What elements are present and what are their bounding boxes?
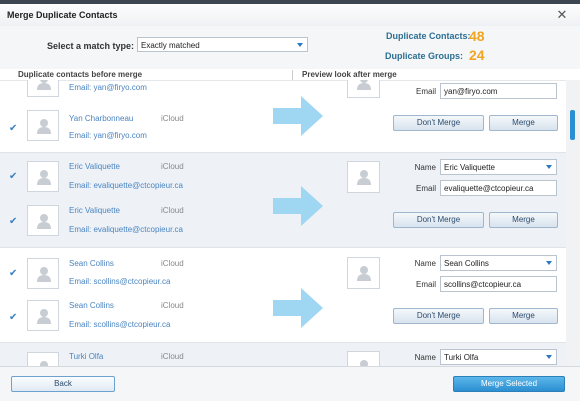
title-bar: Merge Duplicate Contacts ✕	[0, 4, 580, 27]
column-divider	[292, 70, 293, 80]
contact-name: Yan Charbonneau	[69, 114, 134, 123]
preview-avatar	[347, 351, 380, 366]
checkbox-checked-icon[interactable]: ✔	[9, 123, 17, 134]
contact-source: iCloud	[161, 162, 184, 171]
dup-groups-value: 24	[469, 47, 485, 63]
duplicate-group: Email: yan@firyo.com ✔ Yan Charbonneau i…	[0, 80, 566, 144]
chevron-down-icon	[546, 355, 552, 359]
contact-email: Email: yan@firyo.com	[69, 131, 147, 140]
avatar	[27, 110, 59, 141]
dont-merge-button[interactable]: Don't Merge	[393, 308, 484, 324]
match-type-value: Exactly matched	[141, 41, 200, 50]
preview-name-select[interactable]: Eric Valiquette	[440, 159, 557, 175]
footer: Back Merge Selected	[0, 366, 580, 401]
preview-name-value: Eric Valiquette	[444, 163, 495, 172]
preview-avatar	[347, 257, 380, 289]
preview-name-label: Name	[414, 353, 436, 362]
preview-name-value: Turki Olfa	[444, 353, 479, 362]
preview-email-label: Email	[415, 280, 436, 289]
preview-name-label: Name	[414, 163, 436, 172]
preview-email-field[interactable]: yan@firyo.com	[440, 83, 557, 99]
preview-name-select[interactable]: Sean Collins	[440, 255, 557, 271]
preview-email-value: scollins@ctcopieur.ca	[444, 280, 522, 289]
preview-avatar	[347, 80, 380, 98]
contact-source: iCloud	[161, 206, 184, 215]
preview-email-value: evaliquette@ctcopieur.ca	[444, 184, 534, 193]
avatar	[27, 300, 59, 331]
merge-arrow-icon	[273, 288, 323, 328]
duplicate-groups-list: Email: yan@firyo.com ✔ Yan Charbonneau i…	[0, 80, 566, 366]
merge-arrow-icon	[273, 96, 323, 136]
merge-button[interactable]: Merge	[489, 115, 558, 131]
contact-source: iCloud	[161, 259, 184, 268]
merge-button[interactable]: Merge	[489, 308, 558, 324]
preview-name-label: Name	[414, 259, 436, 268]
checkbox-checked-icon[interactable]: ✔	[9, 312, 17, 323]
duplicate-group: ✔ Sean Collins iCloud Email: scollins@ct…	[0, 248, 566, 342]
duplicate-group: Turki Olfa iCloud Name Turki Olfa	[0, 343, 566, 366]
contact-name: Sean Collins	[69, 301, 114, 310]
preview-email-label: Email	[415, 87, 436, 96]
contact-email: Email: yan@firyo.com	[69, 83, 147, 92]
preview-email-field[interactable]: scollins@ctcopieur.ca	[440, 276, 557, 292]
contact-name: Sean Collins	[69, 259, 114, 268]
contact-name: Eric Valiquette	[69, 206, 120, 215]
dup-groups-label: Duplicate Groups:	[385, 51, 464, 61]
chevron-down-icon	[546, 261, 552, 265]
preview-email-label: Email	[415, 184, 436, 193]
contact-source: iCloud	[161, 352, 184, 361]
contact-name: Eric Valiquette	[69, 162, 120, 171]
avatar	[27, 205, 59, 236]
header-panel: Select a match type: Exactly matched Dup…	[0, 26, 580, 70]
contact-email: Email: evaliquette@ctcopieur.ca	[69, 225, 183, 234]
avatar	[27, 352, 59, 366]
checkbox-checked-icon[interactable]: ✔	[9, 171, 17, 182]
contact-source: iCloud	[161, 301, 184, 310]
merge-arrow-icon	[273, 186, 323, 226]
contact-email: Email: scollins@ctcopieur.ca	[69, 320, 171, 329]
avatar	[27, 80, 59, 97]
match-type-label: Select a match type:	[47, 41, 135, 51]
match-type-select[interactable]: Exactly matched	[137, 37, 308, 52]
contact-source: iCloud	[161, 114, 184, 123]
merge-duplicates-window: Merge Duplicate Contacts ✕ Select a matc…	[0, 0, 580, 401]
close-icon[interactable]: ✕	[555, 8, 569, 22]
window-title: Merge Duplicate Contacts	[7, 10, 118, 20]
duplicate-group: ✔ Eric Valiquette iCloud Email: evalique…	[0, 153, 566, 247]
back-button[interactable]: Back	[11, 376, 115, 392]
avatar	[27, 258, 59, 289]
preview-email-value: yan@firyo.com	[444, 87, 498, 96]
merge-button[interactable]: Merge	[489, 212, 558, 228]
scrollbar-thumb[interactable]	[570, 110, 575, 140]
checkbox-checked-icon[interactable]: ✔	[9, 268, 17, 279]
contact-email: Email: scollins@ctcopieur.ca	[69, 277, 171, 286]
preview-email-field[interactable]: evaliquette@ctcopieur.ca	[440, 180, 557, 196]
checkbox-checked-icon[interactable]: ✔	[9, 216, 17, 227]
merge-selected-button[interactable]: Merge Selected	[453, 376, 565, 392]
dont-merge-button[interactable]: Don't Merge	[393, 115, 484, 131]
chevron-down-icon	[297, 43, 303, 47]
column-after: Preview look after merge	[302, 70, 397, 79]
dup-contacts-value: 48	[469, 28, 485, 44]
avatar	[27, 161, 59, 192]
contact-email: Email: evaliquette@ctcopieur.ca	[69, 181, 183, 190]
preview-name-value: Sean Collins	[444, 259, 489, 268]
contact-row[interactable]: Turki Olfa iCloud	[0, 345, 330, 366]
preview-avatar	[347, 161, 380, 193]
dont-merge-button[interactable]: Don't Merge	[393, 212, 484, 228]
chevron-down-icon	[546, 165, 552, 169]
preview-name-select[interactable]: Turki Olfa	[440, 349, 557, 365]
column-before: Duplicate contacts before merge	[18, 70, 143, 79]
contact-name: Turki Olfa	[69, 352, 104, 361]
dup-contacts-label: Duplicate Contacts:	[386, 31, 471, 41]
